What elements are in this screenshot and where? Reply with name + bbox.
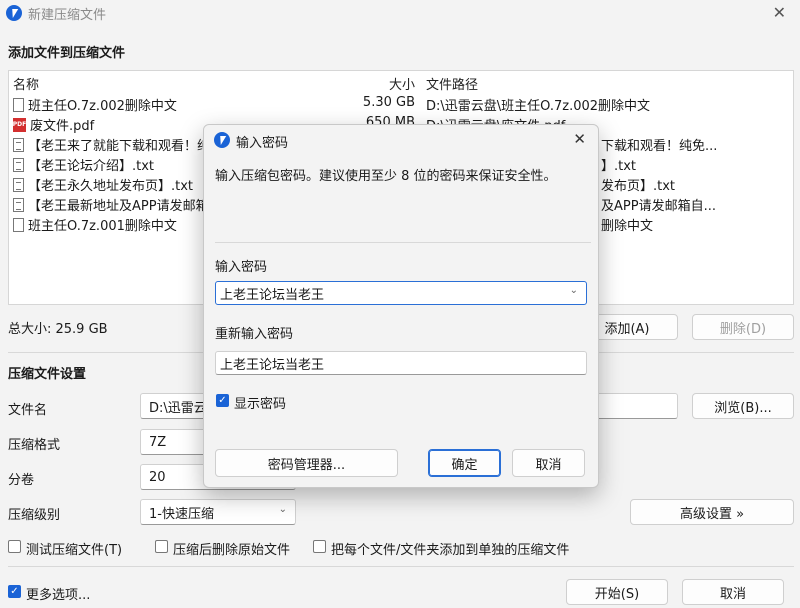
confirm-password-input[interactable]: 上老王论坛当老王 xyxy=(215,351,587,375)
file-size: 5.30 GB xyxy=(362,95,415,110)
add-section-title: 添加文件到压缩文件 xyxy=(8,46,126,61)
file-path: 删除中文 xyxy=(601,219,654,234)
app-logo-icon xyxy=(214,132,230,148)
password-input[interactable]: 上老王论坛当老王 ⌄ xyxy=(215,281,587,305)
cancel-button[interactable]: 取消 xyxy=(682,579,784,605)
file-path: D:\迅雷云盘\班主任O.7z.002删除中文 xyxy=(426,99,651,114)
file-name: 【老王来了就能下载和观看！纯 xyxy=(28,139,211,154)
each-separate-checkbox[interactable] xyxy=(313,540,326,553)
dialog-description: 输入压缩包密码。建议使用至少 8 位的密码来保证安全性。 xyxy=(215,169,557,184)
file-name: 【老王论坛介绍】.txt xyxy=(28,159,155,174)
level-select[interactable]: 1-快速压缩 ⌄ xyxy=(140,499,296,525)
dialog-close-icon[interactable]: ✕ xyxy=(573,130,586,148)
text-file-icon xyxy=(13,157,24,172)
more-options-checkbox[interactable]: ✓ xyxy=(8,585,21,598)
file-path: 下载和观看！纯免... xyxy=(601,139,718,154)
file-name: 【老王最新地址及APP请发邮箱 xyxy=(28,199,209,214)
show-password-checkbox[interactable]: ✓ xyxy=(216,394,229,407)
file-path: 发布页】.txt xyxy=(601,179,676,194)
confirm-password-value: 上老王论坛当老王 xyxy=(220,357,325,373)
divider xyxy=(215,242,591,243)
more-options-label: 更多选项... xyxy=(26,588,91,603)
browse-button[interactable]: 浏览(B)... xyxy=(692,393,794,419)
chevron-down-icon[interactable]: ⌄ xyxy=(570,285,578,296)
file-name: 【老王永久地址发布页】.txt xyxy=(28,179,194,194)
file-list-header: 名称 大小 文件路径 xyxy=(9,74,793,94)
column-header-path[interactable]: 文件路径 xyxy=(426,74,478,93)
each-separate-label: 把每个文件/文件夹添加到单独的压缩文件 xyxy=(331,543,570,558)
dialog-cancel-button[interactable]: 取消 xyxy=(512,449,585,477)
app-logo-icon xyxy=(6,5,22,21)
divider xyxy=(8,566,794,567)
ok-button[interactable]: 确定 xyxy=(428,449,501,477)
advanced-settings-button[interactable]: 高级设置 » xyxy=(630,499,794,525)
column-header-name[interactable]: 名称 xyxy=(13,74,39,93)
text-file-icon xyxy=(13,137,24,152)
delete-after-checkbox[interactable] xyxy=(155,540,168,553)
volume-label: 分卷 xyxy=(8,473,35,488)
total-size: 总大小: 25.9 GB xyxy=(8,322,108,337)
title-bar: 新建压缩文件 ✕ xyxy=(0,0,800,30)
text-file-icon xyxy=(13,97,24,112)
window-title: 新建压缩文件 xyxy=(28,8,107,23)
password-dialog: 输入密码 ✕ 输入压缩包密码。建议使用至少 8 位的密码来保证安全性。 输入密码… xyxy=(203,124,599,488)
filename-value: D:\迅雷云 xyxy=(149,400,207,416)
volume-value: 20 xyxy=(149,469,166,485)
settings-section-title: 压缩文件设置 xyxy=(8,367,87,382)
password-value: 上老王论坛当老王 xyxy=(220,287,325,303)
text-file-icon xyxy=(13,197,24,212)
delete-button[interactable]: 删除(D) xyxy=(692,314,794,340)
file-name: 班主任O.7z.001删除中文 xyxy=(28,219,177,234)
filename-label: 文件名 xyxy=(8,403,48,418)
password-label: 输入密码 xyxy=(215,260,268,275)
level-label: 压缩级别 xyxy=(8,508,61,523)
test-archive-checkbox[interactable] xyxy=(8,540,21,553)
format-value: 7Z xyxy=(149,434,167,450)
format-label: 压缩格式 xyxy=(8,438,61,453)
delete-after-label: 压缩后删除原始文件 xyxy=(173,543,291,558)
text-file-icon xyxy=(13,217,24,232)
text-file-icon xyxy=(13,177,24,192)
start-button[interactable]: 开始(S) xyxy=(566,579,668,605)
show-password-label: 显示密码 xyxy=(234,397,287,412)
file-name: 班主任O.7z.002删除中文 xyxy=(28,99,177,114)
file-path: 及APP请发邮箱自... xyxy=(601,199,716,214)
chevron-down-icon: ⌄ xyxy=(278,504,287,515)
file-name: 废文件.pdf xyxy=(30,119,95,134)
password-manager-button[interactable]: 密码管理器... xyxy=(215,449,398,477)
level-value: 1-快速压缩 xyxy=(149,506,214,522)
test-archive-label: 测试压缩文件(T) xyxy=(26,543,123,558)
column-header-size[interactable]: 大小 xyxy=(389,74,415,93)
confirm-password-label: 重新输入密码 xyxy=(215,327,294,342)
pdf-file-icon: PDF xyxy=(13,117,26,132)
file-row[interactable]: 班主任O.7z.002删除中文 5.30 GB D:\迅雷云盘\班主任O.7z.… xyxy=(9,95,793,115)
dialog-title: 输入密码 xyxy=(236,136,289,151)
window-close-icon[interactable]: ✕ xyxy=(773,3,786,22)
file-path: 】.txt xyxy=(601,159,637,174)
